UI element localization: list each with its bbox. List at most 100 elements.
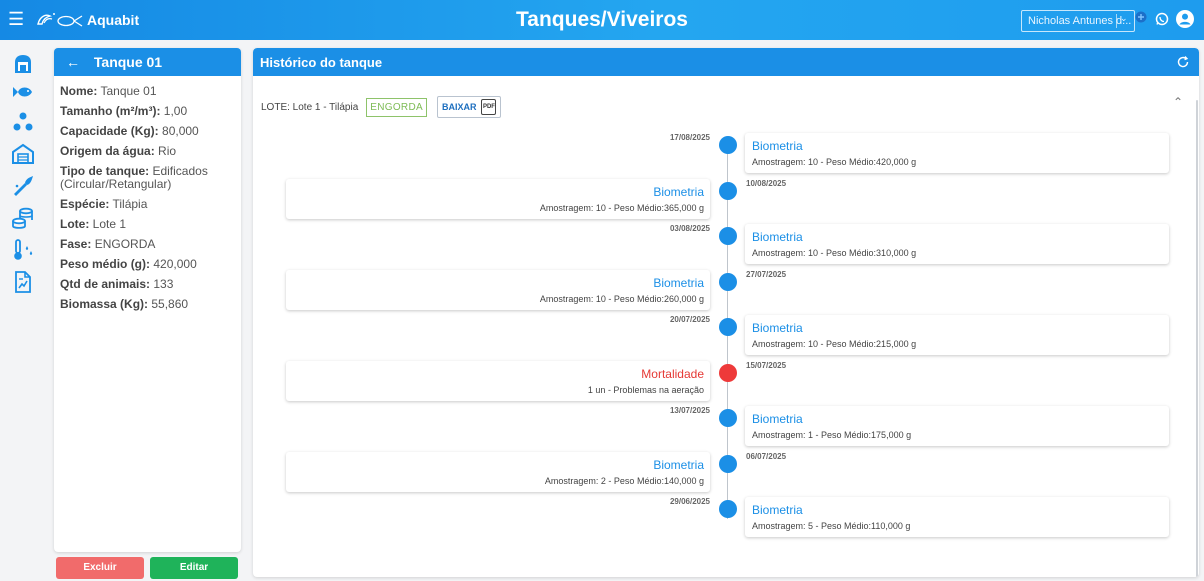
event-date: 06/07/2025 xyxy=(746,451,787,461)
event-date: 13/07/2025 xyxy=(669,406,710,415)
info-label: Fase: xyxy=(60,237,92,251)
timeline-dot xyxy=(719,454,737,473)
history-timeline: 17/08/2025 Biometria Amostragem: 10 - Peso… xyxy=(253,48,1199,577)
event-description: Amostragem: 10 - Peso Médio:365,000 g xyxy=(539,202,704,213)
event-description: 1 un - Problemas na aeração xyxy=(587,384,704,395)
menu-icon[interactable]: ☰ xyxy=(8,10,24,28)
timeline-event-card[interactable]: Biometria Amostragem: 2 - Peso Médio:140,… xyxy=(286,451,710,492)
add-circle-icon[interactable] xyxy=(1135,11,1147,23)
tank-info-list: Nome: Tanque 01 Tamanho (m²/m³): 1,00 Capa… xyxy=(54,76,241,311)
edit-button[interactable]: Editar xyxy=(150,557,238,579)
event-description: Amostragem: 10 - Peso Médio:215,000 g xyxy=(752,339,917,349)
info-label: Peso médio (g): xyxy=(60,257,151,271)
info-value: Tanque 01 xyxy=(100,84,157,98)
stock-icon[interactable] xyxy=(11,206,35,230)
timeline-dot xyxy=(719,500,737,518)
info-row: Qtd de animais: 133 xyxy=(60,278,241,291)
report-icon[interactable] xyxy=(11,270,35,294)
timeline-event-card[interactable]: Biometria Amostragem: 5 - Peso Médio:110,… xyxy=(745,497,1169,537)
event-description: Amostragem: 5 - Peso Médio:110,000 g xyxy=(752,521,911,531)
warehouse-icon[interactable] xyxy=(11,142,35,166)
timeline-dot xyxy=(719,409,737,427)
info-label: Capacidade (Kg): xyxy=(60,124,159,138)
info-row: Biomassa (Kg): 55,860 xyxy=(60,298,241,311)
whatsapp-icon[interactable] xyxy=(1155,12,1169,26)
timeline-event-card[interactable]: Biometria Amostragem: 10 - Peso Médio:215… xyxy=(745,315,1169,355)
delete-button[interactable]: Excluir xyxy=(56,557,144,579)
timeline-dot xyxy=(719,227,737,245)
event-title: Biometria xyxy=(752,503,803,517)
info-row: Tipo de tanque: Edificados (Circular/Ret… xyxy=(60,165,241,191)
tank-detail-header: ← Tanque 01 xyxy=(54,48,241,76)
info-value: 80,000 xyxy=(162,124,199,138)
info-label: Espécie: xyxy=(60,197,110,211)
scrollbar[interactable] xyxy=(1196,100,1198,577)
event-date: 29/06/2025 xyxy=(669,497,710,506)
info-row: Lote: Lote 1 xyxy=(60,218,241,231)
brand-name: Aquabit xyxy=(87,12,140,28)
info-label: Origem da água: xyxy=(60,144,155,158)
back-arrow-icon[interactable]: ← xyxy=(66,54,80,70)
info-row: Tamanho (m²/m³): 1,00 xyxy=(60,105,241,118)
timeline-dot xyxy=(719,181,737,200)
info-value: 420,000 xyxy=(153,257,197,271)
timeline-event-card[interactable]: Biometria Amostragem: 1 - Peso Médio:175,… xyxy=(745,406,1169,446)
info-label: Biomassa (Kg): xyxy=(60,297,149,311)
event-title: Biometria xyxy=(653,275,704,290)
event-date: 27/07/2025 xyxy=(746,269,787,279)
event-title: Biometria xyxy=(752,139,803,153)
info-row: Espécie: Tilápia xyxy=(60,198,241,211)
user-select[interactable]: Nicholas Antunes d... xyxy=(1021,10,1135,32)
event-description: Amostragem: 10 - Peso Médio:420,000 g xyxy=(752,157,917,167)
info-label: Nome: xyxy=(60,84,98,98)
info-label: Qtd de animais: xyxy=(60,277,151,291)
info-value: Tilápia xyxy=(112,197,148,211)
side-nav xyxy=(0,40,46,581)
timeline-event-card[interactable]: Mortalidade 1 un - Problemas na aeração xyxy=(286,360,710,401)
tank-detail-card: ← Tanque 01 Nome: Tanque 01 Tamanho (m²/m… xyxy=(54,48,241,552)
info-row: Nome: Tanque 01 xyxy=(60,85,241,98)
info-row: Fase: ENGORDA xyxy=(60,238,241,251)
info-label: Lote: xyxy=(60,217,90,231)
info-value: 1,00 xyxy=(163,104,188,118)
user-select-divider xyxy=(1116,14,1117,28)
timeline-event-card[interactable]: Biometria Amostragem: 10 - Peso Médio:420… xyxy=(745,133,1169,173)
water-quality-icon[interactable] xyxy=(11,238,35,262)
info-row: Peso médio (g): 420,000 xyxy=(60,258,241,271)
info-value: Lote 1 xyxy=(92,217,127,231)
timeline-dot-mortality xyxy=(719,363,737,382)
timeline-dot xyxy=(719,318,737,336)
event-title: Biometria xyxy=(653,184,704,199)
event-title: Biometria xyxy=(752,412,803,426)
info-value: 133 xyxy=(153,277,174,291)
fish-icon[interactable] xyxy=(11,80,35,104)
event-title: Biometria xyxy=(752,321,803,335)
event-date: 15/07/2025 xyxy=(746,360,787,370)
info-label: Tamanho (m²/m³): xyxy=(60,104,161,118)
info-label: Tipo de tanque: xyxy=(60,164,150,178)
event-title: Biometria xyxy=(653,457,704,472)
dashboard-icon[interactable] xyxy=(11,52,35,76)
history-card: Histórico do tanque LOTE: Lote 1 - Tiláp… xyxy=(253,48,1199,577)
tank-title: Tanque 01 xyxy=(93,54,163,70)
account-icon[interactable] xyxy=(1175,9,1195,29)
event-date: 20/07/2025 xyxy=(669,315,710,324)
timeline-event-card[interactable]: Biometria Amostragem: 10 - Peso Médio:260… xyxy=(286,269,710,310)
event-title: Biometria xyxy=(752,230,803,244)
event-date: 10/08/2025 xyxy=(746,178,787,188)
timeline-event-card[interactable]: Biometria Amostragem: 10 - Peso Médio:310… xyxy=(745,224,1169,264)
event-description: Amostragem: 1 - Peso Médio:175,000 g xyxy=(752,430,912,440)
info-row: Capacidade (Kg): 80,000 xyxy=(60,125,241,138)
aquabit-logo xyxy=(37,13,83,27)
chevron-down-icon[interactable]: ⌄ xyxy=(1120,13,1128,24)
feed-icon[interactable] xyxy=(11,174,35,198)
info-value: Rio xyxy=(158,144,177,158)
event-date: 17/08/2025 xyxy=(669,133,710,142)
timeline-dot xyxy=(719,136,737,154)
timeline-event-card[interactable]: Biometria Amostragem: 10 - Peso Médio:365… xyxy=(286,178,710,219)
groups-icon[interactable] xyxy=(11,110,35,134)
info-value: ENGORDA xyxy=(94,237,156,251)
event-description: Amostragem: 2 - Peso Médio:140,000 g xyxy=(544,475,704,486)
top-bar: ☰ Aquabit Tanques/Viveiros Nicholas Antu… xyxy=(0,0,1204,40)
info-value: 55,860 xyxy=(151,297,189,311)
